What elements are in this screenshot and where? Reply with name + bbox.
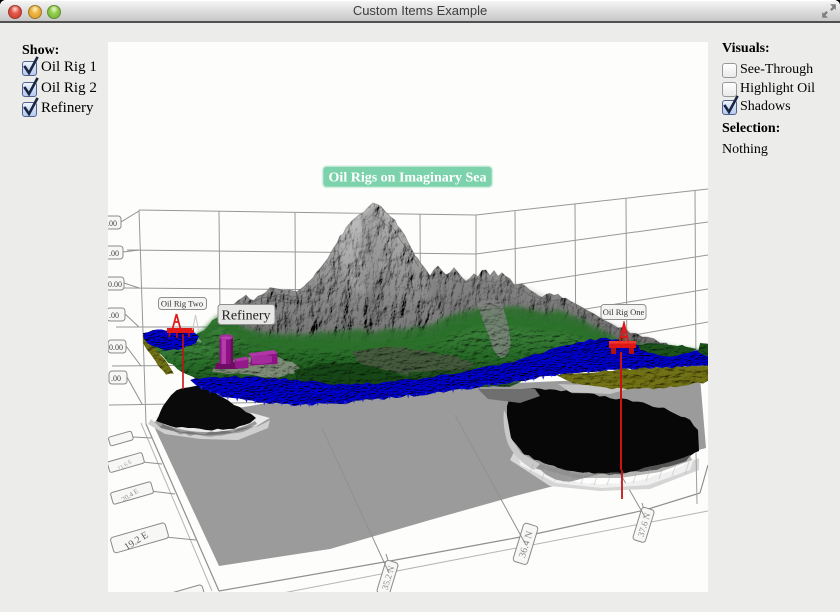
svg-text:0.00: 0.00 [109, 343, 123, 352]
svg-text:.00: .00 [111, 374, 121, 383]
svg-text:Refinery: Refinery [222, 309, 271, 324]
svg-text:Oil Rig One: Oil Rig One [603, 307, 645, 317]
svg-text:.00: .00 [108, 219, 117, 228]
svg-text:.00: .00 [109, 249, 119, 258]
svg-text:Oil Rigs on Imaginary Sea: Oil Rigs on Imaginary Sea [329, 171, 487, 186]
svg-text:0.00: 0.00 [108, 280, 122, 289]
svg-text:.00: .00 [109, 311, 119, 320]
svg-text:Oil Rig Two: Oil Rig Two [161, 299, 203, 309]
